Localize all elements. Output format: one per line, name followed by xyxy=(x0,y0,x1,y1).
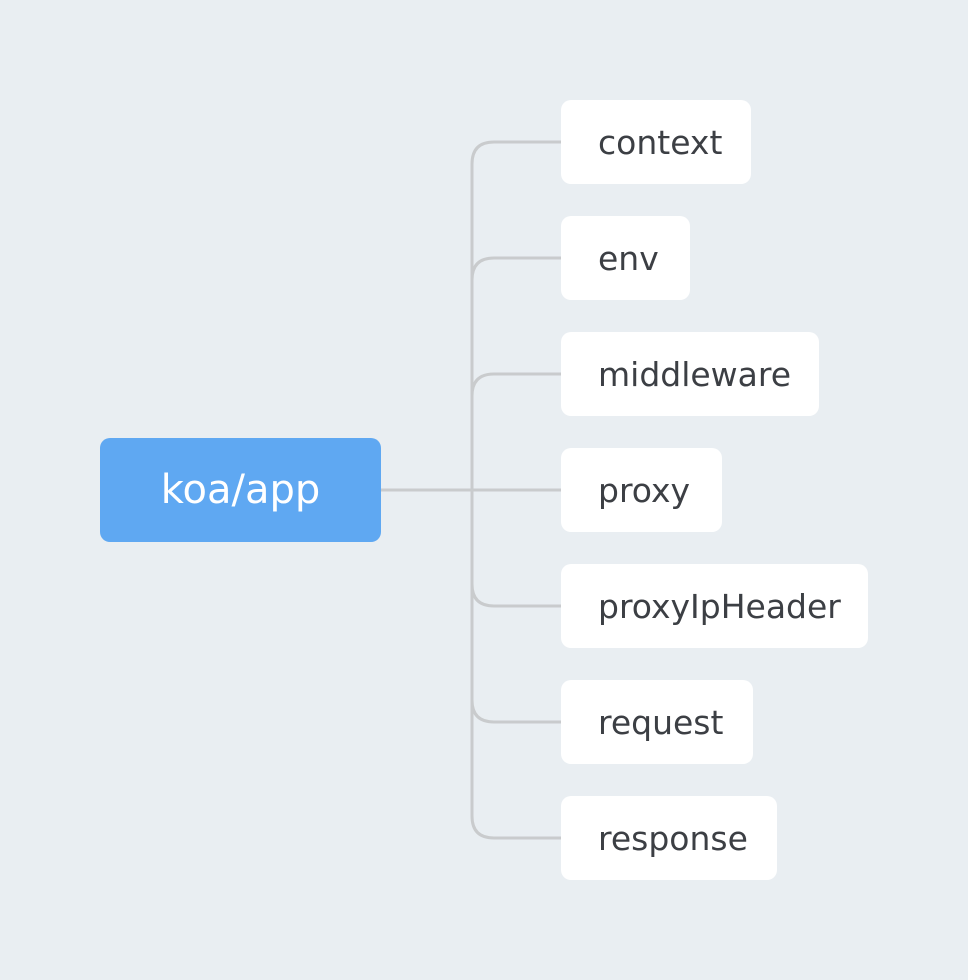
child-node-label: env xyxy=(598,238,659,278)
connector-response xyxy=(470,488,563,840)
child-node-response[interactable]: response xyxy=(561,796,777,880)
child-node-middleware[interactable]: middleware xyxy=(561,332,819,416)
child-node-label: proxyIpHeader xyxy=(598,586,841,626)
child-node-label: context xyxy=(598,122,723,162)
child-node-label: response xyxy=(598,818,748,858)
child-node-label: middleware xyxy=(598,354,792,394)
child-node-request[interactable]: request xyxy=(561,680,753,764)
child-node-proxy[interactable]: proxy xyxy=(561,448,722,532)
child-node-proxyipheader[interactable]: proxyIpHeader xyxy=(561,564,868,648)
root-node[interactable]: koa/app xyxy=(100,438,381,542)
child-node-env[interactable]: env xyxy=(561,216,690,300)
child-node-label: request xyxy=(598,702,724,742)
connector-context xyxy=(470,140,563,492)
connector-proxyipheader xyxy=(470,488,563,608)
root-node-label: koa/app xyxy=(160,467,321,513)
connector-middleware xyxy=(470,372,563,492)
child-node-context[interactable]: context xyxy=(561,100,751,184)
child-node-label: proxy xyxy=(598,470,691,510)
